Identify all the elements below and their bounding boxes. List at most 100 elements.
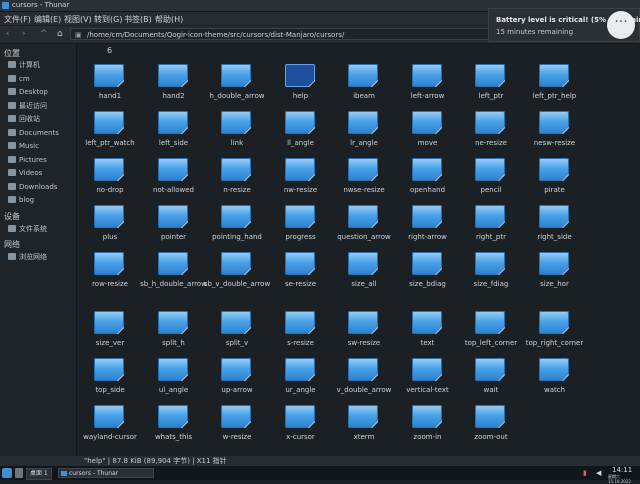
file-item[interactable]: lr_angle	[332, 111, 396, 159]
sidebar-header-places: 位置	[4, 49, 20, 58]
more-options-icon[interactable]: ···	[607, 11, 635, 39]
file-item[interactable]: row-resize	[78, 252, 142, 300]
file-item[interactable]: ibeam	[332, 64, 396, 112]
menu-view[interactable]: 视图(V)	[64, 14, 92, 25]
file-item[interactable]: plus	[78, 205, 142, 253]
image-file-icon	[411, 405, 443, 429]
file-item[interactable]: h_double_arrow	[205, 64, 269, 112]
file-item[interactable]: xterm	[332, 405, 396, 453]
file-item[interactable]: nw-resize	[269, 158, 333, 206]
file-item[interactable]: v_double_arrow	[332, 358, 396, 406]
file-item[interactable]: sb_v_double_arrow	[204, 252, 270, 300]
file-item[interactable]: link	[205, 111, 269, 159]
file-item[interactable]: watch	[523, 358, 587, 406]
file-item[interactable]: text	[396, 311, 460, 359]
file-item[interactable]: move	[396, 111, 460, 159]
file-item[interactable]: size_hor	[523, 252, 587, 300]
file-item[interactable]: size_ver	[78, 311, 142, 359]
file-item[interactable]: help	[269, 64, 333, 112]
sidebar-item-music[interactable]: Music	[8, 141, 39, 152]
file-item[interactable]: not-allowed	[142, 158, 206, 206]
file-item[interactable]: s-resize	[269, 311, 333, 359]
file-item[interactable]: nesw-resize	[523, 111, 587, 159]
sidebar-item-home[interactable]: cm	[8, 74, 30, 85]
home-icon[interactable]: ⌂	[57, 29, 63, 39]
file-item[interactable]: wayland-cursor	[78, 405, 142, 453]
file-item[interactable]: zoom-in	[396, 405, 460, 453]
file-view[interactable]: 6 hand1 hand2 h_double_arrow help ibeam left-…	[77, 44, 640, 456]
file-item[interactable]: up-arrow	[205, 358, 269, 406]
volume-icon[interactable]: ◀	[596, 468, 603, 478]
file-item[interactable]: ur_angle	[269, 358, 333, 406]
file-item[interactable]: right-arrow	[396, 205, 460, 253]
file-item[interactable]: progress	[269, 205, 333, 253]
file-item[interactable]: sw-resize	[332, 311, 396, 359]
file-item[interactable]: wait	[459, 358, 523, 406]
workspace-button[interactable]: 桌面 1	[26, 468, 52, 480]
sidebar-item-browse-network[interactable]: 浏览网络	[8, 252, 47, 263]
file-item[interactable]: top_left_corner	[459, 311, 523, 359]
sidebar-item-recent[interactable]: 最近访问	[8, 101, 47, 112]
sidebar-item-videos[interactable]: Videos	[8, 168, 42, 179]
back-arrow-icon[interactable]: ‹	[6, 29, 10, 39]
file-item[interactable]: pointer	[142, 205, 206, 253]
battery-notification[interactable]: Battery level is critical! (5% remaining…	[488, 8, 640, 42]
start-menu-icon[interactable]	[2, 468, 12, 478]
file-item[interactable]: zoom-out	[459, 405, 523, 453]
menu-bookmarks[interactable]: 书签(B)	[124, 14, 152, 25]
file-item[interactable]: pencil	[459, 158, 523, 206]
sidebar-item-desktop[interactable]: Desktop	[8, 87, 48, 98]
terminal-icon[interactable]	[15, 468, 23, 478]
sidebar-item-computer[interactable]: 计算机	[8, 60, 40, 71]
sidebar-item-filesystem[interactable]: 文件系统	[8, 224, 47, 235]
file-item[interactable]: left_ptr_watch	[78, 111, 142, 159]
battery-icon[interactable]: ▮	[583, 468, 590, 478]
file-item[interactable]: top_side	[78, 358, 142, 406]
menu-edit[interactable]: 编辑(E)	[34, 14, 61, 25]
file-item[interactable]: right_side	[523, 205, 587, 253]
file-item[interactable]: ll_angle	[269, 111, 333, 159]
file-item[interactable]: split_v	[205, 311, 269, 359]
sidebar-item-blog[interactable]: blog	[8, 195, 34, 206]
file-item[interactable]: nwse-resize	[332, 158, 396, 206]
notification-body: 15 minutes remaining	[496, 28, 574, 36]
menu-file[interactable]: 文件(F)	[4, 14, 31, 25]
file-item[interactable]: left_ptr	[459, 64, 523, 112]
file-item[interactable]: top_right_corner	[523, 311, 587, 359]
file-item[interactable]: left_ptr_help	[523, 64, 587, 112]
file-item[interactable]: ul_angle	[142, 358, 206, 406]
file-item[interactable]: question_arrow	[332, 205, 396, 253]
file-item[interactable]: vertical-text	[396, 358, 460, 406]
file-item[interactable]: x-cursor	[269, 405, 333, 453]
sidebar-item-pictures[interactable]: Pictures	[8, 155, 47, 166]
file-item[interactable]: left-arrow	[396, 64, 460, 112]
menu-go[interactable]: 转到(G)	[94, 14, 122, 25]
sidebar-item-downloads[interactable]: Downloads	[8, 182, 57, 193]
file-item[interactable]: hand2	[142, 64, 206, 112]
file-item[interactable]: left_side	[142, 111, 206, 159]
file-item[interactable]: ne-resize	[459, 111, 523, 159]
file-item[interactable]: right_ptr	[459, 205, 523, 253]
file-item[interactable]: n-resize	[205, 158, 269, 206]
file-item[interactable]: size_all	[332, 252, 396, 300]
file-item[interactable]: se-resize	[269, 252, 333, 300]
up-arrow-icon[interactable]: ^	[40, 29, 48, 39]
folder-icon	[61, 471, 67, 476]
file-item[interactable]: no-drop	[78, 158, 142, 206]
file-item[interactable]: hand1	[78, 64, 142, 112]
file-item[interactable]: size_bdiag	[396, 252, 460, 300]
file-item[interactable]: pointing_hand	[205, 205, 269, 253]
menu-help[interactable]: 帮助(H)	[155, 14, 183, 25]
file-item[interactable]: pirate	[523, 158, 587, 206]
sidebar-item-label: Videos	[19, 169, 43, 177]
file-item[interactable]: split_h	[142, 311, 206, 359]
file-item[interactable]: whats_this	[142, 405, 206, 453]
task-thunar[interactable]: cursors - Thunar	[58, 468, 154, 478]
sidebar-item-trash[interactable]: 回收站	[8, 114, 40, 125]
file-item[interactable]: w-resize	[205, 405, 269, 453]
sidebar-item-documents[interactable]: Documents	[8, 128, 59, 139]
file-item[interactable]: sb_h_double_arrow	[140, 252, 207, 300]
file-item[interactable]: size_fdiag	[459, 252, 523, 300]
file-item[interactable]: openhand	[396, 158, 460, 206]
forward-arrow-icon[interactable]: ›	[22, 29, 26, 39]
